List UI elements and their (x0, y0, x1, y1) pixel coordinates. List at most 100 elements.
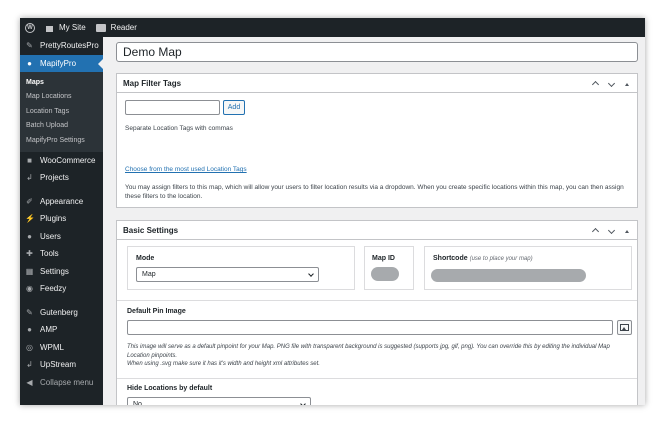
map-marker-icon: ● (27, 58, 32, 68)
basic-settings-box: Basic Settings Mode Map Map ID Shortcode… (116, 220, 638, 405)
sidebar-item-label: Users (40, 231, 61, 241)
reader-icon (95, 23, 106, 32)
shortcode-value-redacted[interactable] (431, 269, 586, 282)
postbox-controls (591, 74, 631, 93)
submenu-item-batch-upload[interactable]: Batch Upload (20, 119, 103, 134)
sidebar-item-projects[interactable]: ↲ Projects (20, 169, 103, 187)
toggle-panel-button[interactable] (623, 79, 631, 88)
collapse-menu-button[interactable]: ◀ Collapse menu (20, 374, 103, 392)
screenshot-frame: W My Site Reader ✎ PrettyRoutesPro ● Map… (20, 18, 645, 405)
hide-locations-select[interactable]: No (127, 397, 311, 405)
default-pin-image-label: Default Pin Image (127, 308, 186, 315)
sidebar-item-upstream[interactable]: ↲ UpStream (20, 356, 103, 374)
mapifypro-submenu: Maps Map Locations Location Tags Batch U… (20, 72, 103, 152)
separate-tags-hint: Separate Location Tags with commas (125, 125, 233, 132)
map-filter-tags-box: Map Filter Tags Add Separate Location Ta… (116, 73, 638, 208)
admin-sidebar: ✎ PrettyRoutesPro ● MapifyPro Maps Map L… (20, 37, 103, 405)
pin-icon: ✎ (26, 41, 33, 51)
sidebar-item-woocommerce[interactable]: ■ WooCommerce (20, 152, 103, 170)
image-icon (620, 324, 629, 331)
filter-tags-description: You may assign filters to this map, whic… (125, 184, 624, 200)
sidebar-item-amp[interactable]: ● AMP (20, 321, 103, 339)
move-down-button[interactable] (607, 79, 615, 88)
map-id-value-redacted (371, 267, 399, 281)
shortcode-hint: (use to place your map) (469, 256, 533, 262)
admin-bar: W My Site Reader (20, 18, 645, 37)
sidebar-item-feedzy[interactable]: ◉ Feedzy (20, 280, 103, 298)
pencil-icon: ✎ (26, 307, 33, 317)
submenu-item-map-locations[interactable]: Map Locations (20, 90, 103, 105)
postbox-controls (591, 221, 631, 240)
sidebar-item-settings[interactable]: ▦ Settings (20, 263, 103, 281)
map-id-label: Map ID (372, 255, 395, 262)
sidebar-item-tools[interactable]: ✚ Tools (20, 245, 103, 263)
sidebar-item-label: Projects (40, 173, 69, 183)
default-pin-image-input[interactable] (127, 320, 613, 335)
wordpress-logo-button[interactable]: W (20, 18, 40, 37)
reader-label: Reader (110, 23, 137, 32)
map-id-panel: Map ID (364, 246, 414, 290)
submenu-item-maps[interactable]: Maps (20, 75, 103, 90)
mode-select-value: Map (142, 271, 156, 278)
sidebar-item-plugins[interactable]: ⚡ Plugins (20, 210, 103, 228)
sidebar-item-label: Tools (40, 249, 59, 259)
chevron-up-icon (591, 227, 599, 235)
sidebar-item-label: Feedzy (40, 284, 67, 294)
hide-locations-value: No (133, 401, 142, 405)
sidebar-item-label: Settings (40, 266, 69, 276)
home-icon (45, 23, 54, 32)
sidebar-item-mapifypro[interactable]: ● MapifyPro (20, 54, 103, 72)
hide-locations-label: Hide Locations by default (127, 385, 213, 392)
basic-settings-title: Basic Settings (123, 225, 179, 235)
editor-content: Demo Map Map Filter Tags Add Separate Lo… (103, 37, 645, 405)
sidebar-item-label: Appearance (40, 196, 84, 206)
sidebar-item-appearance[interactable]: ✐ Appearance (20, 193, 103, 211)
map-filter-tags-header: Map Filter Tags (117, 74, 637, 93)
feed-icon: ◉ (26, 284, 33, 294)
projects-icon: ↲ (26, 173, 33, 183)
choose-most-used-tags-link[interactable]: Choose from the most used Location Tags (125, 166, 247, 173)
sidebar-item-label: Gutenberg (40, 307, 78, 317)
map-filter-tags-title: Map Filter Tags (123, 78, 182, 88)
add-tag-button[interactable]: Add (223, 100, 245, 115)
users-icon: ● (27, 231, 32, 241)
submenu-item-location-tags[interactable]: Location Tags (20, 104, 103, 119)
sidebar-item-prettyroutespro[interactable]: ✎ PrettyRoutesPro (20, 37, 103, 55)
my-site-button[interactable]: My Site (40, 18, 91, 37)
mode-select[interactable]: Map (136, 267, 319, 282)
sidebar-item-label: AMP (40, 325, 58, 335)
reader-button[interactable]: Reader (91, 18, 142, 37)
collapse-icon: ◀ (26, 377, 33, 387)
shortcode-label: Shortcode (use to place your map) (433, 255, 533, 262)
sidebar-item-label: WPML (40, 342, 64, 352)
my-site-label: My Site (59, 23, 86, 32)
basic-settings-header: Basic Settings (117, 221, 637, 240)
pin-image-help: This image will serve as a default pinpo… (127, 343, 632, 369)
pin-image-svg-note: When using .svg make sure it has it's wi… (127, 361, 320, 367)
map-title-input[interactable]: Demo Map (116, 42, 638, 62)
submenu-item-mapifypro-settings[interactable]: MapifyPro Settings (20, 133, 103, 148)
triangle-up-icon (625, 230, 629, 233)
sidebar-item-wpml[interactable]: ◎ WPML (20, 339, 103, 357)
chevron-down-icon (607, 226, 615, 235)
move-up-button[interactable] (591, 226, 599, 236)
shortcode-panel: Shortcode (use to place your map) (424, 246, 632, 290)
move-up-button[interactable] (591, 79, 599, 89)
chevron-up-icon (591, 80, 599, 88)
pin-image-help-text: This image will serve as a default pinpo… (127, 344, 610, 359)
select-pin-image-button[interactable] (617, 320, 632, 335)
chevron-down-icon (308, 271, 314, 277)
settings-icon: ▦ (25, 266, 34, 276)
sidebar-item-users[interactable]: ● Users (20, 228, 103, 246)
new-tag-input[interactable] (125, 100, 220, 115)
sidebar-item-label: Plugins (40, 214, 67, 224)
amp-icon: ● (27, 325, 32, 335)
sidebar-item-label: UpStream (40, 360, 77, 370)
brush-icon: ✐ (26, 196, 33, 206)
move-down-button[interactable] (607, 226, 615, 235)
sidebar-item-gutenberg[interactable]: ✎ Gutenberg (20, 304, 103, 322)
toggle-panel-button[interactable] (623, 226, 631, 235)
chevron-down-icon (607, 79, 615, 88)
triangle-up-icon (625, 83, 629, 86)
sidebar-item-label: MapifyPro (40, 58, 77, 68)
